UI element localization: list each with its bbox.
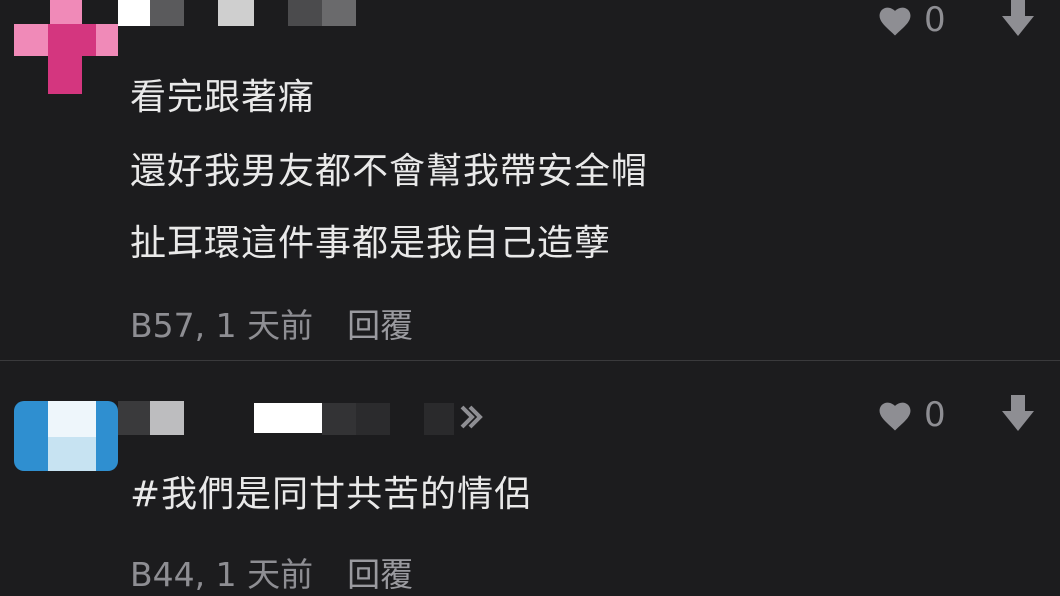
comment-line: 扯耳環這件事都是我自己造孽	[130, 223, 612, 264]
comment-line: 還好我男友都不會幫我帶安全帽	[130, 151, 649, 192]
like-button[interactable]: 0	[876, 395, 946, 435]
heart-icon	[879, 7, 911, 36]
arrow-down-icon[interactable]	[1001, 395, 1035, 433]
blur-block	[118, 0, 150, 26]
floor-timestamp: B44, 1 天前	[130, 555, 314, 594]
avatar-pixel	[48, 401, 96, 437]
avatar-pixel	[48, 437, 96, 471]
comment-b57: 看完跟著痛 還好我男友都不會幫我帶安全帽 扯耳環這件事都是我自己造孽 B57, …	[0, 0, 1060, 360]
like-button[interactable]: 0	[876, 0, 946, 40]
reply-button[interactable]: 回覆	[347, 555, 413, 594]
avatar-pixel	[96, 24, 118, 56]
blur-block	[150, 401, 184, 435]
like-count: 0	[924, 395, 946, 435]
blur-block	[322, 403, 356, 435]
reply-button[interactable]: 回覆	[347, 306, 413, 345]
avatar-pixel	[14, 24, 48, 56]
comment-meta: B44, 1 天前 回覆	[130, 555, 413, 595]
blur-block	[118, 401, 150, 435]
like-count: 0	[924, 0, 946, 40]
arrow-down-icon[interactable]	[1001, 0, 1035, 38]
blur-block	[150, 0, 184, 26]
username-blurred[interactable]	[118, 0, 358, 28]
comment-b44: #我們是同甘共苦的情侶 B44, 1 天前 回覆 0	[0, 361, 1060, 596]
blur-block	[288, 0, 322, 26]
username-blurred[interactable]	[118, 401, 488, 437]
blur-block	[322, 0, 356, 26]
blur-block	[254, 403, 322, 433]
heart-icon	[879, 402, 911, 431]
comment-meta: B57, 1 天前 回覆	[130, 306, 413, 346]
avatar[interactable]	[14, 0, 118, 96]
chevron-right-icon	[460, 405, 483, 429]
comment-line: #我們是同甘共苦的情侶	[130, 474, 532, 515]
avatar-pixel	[48, 24, 96, 56]
avatar-pixel	[48, 56, 82, 94]
blur-block	[424, 403, 454, 435]
avatar-pixel	[96, 401, 118, 471]
comment-line: 看完跟著痛	[130, 77, 316, 118]
blur-block	[356, 403, 390, 435]
avatar-pixel	[14, 401, 48, 471]
blur-block	[218, 0, 254, 26]
avatar[interactable]	[14, 401, 118, 471]
avatar-pixel	[50, 0, 82, 24]
floor-timestamp: B57, 1 天前	[130, 306, 314, 345]
